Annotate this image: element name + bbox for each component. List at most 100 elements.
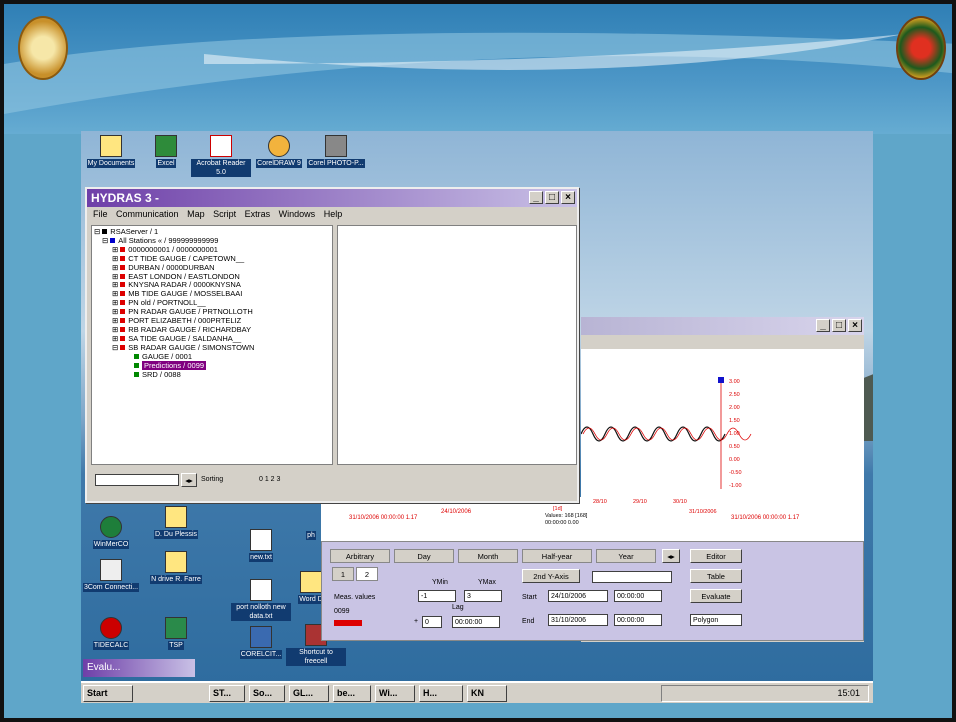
chart-x-axis: 31/10/2006 00:00:00 1.17 24/10/2006 27/1… [321, 497, 864, 541]
taskbar-item[interactable]: H... [419, 685, 463, 702]
acrobat-icon[interactable] [210, 135, 232, 157]
taskbar-item[interactable]: So... [249, 685, 285, 702]
icon-label: CorelDRAW 9 [256, 159, 302, 168]
editor-button[interactable]: Editor [690, 549, 742, 563]
sort-arrows[interactable]: ◂▸ [181, 473, 197, 487]
icon-label: Acrobat Reader 5.0 [191, 159, 251, 177]
sort-field[interactable] [95, 474, 179, 486]
tab-arbitrary[interactable]: Arbitrary [330, 549, 390, 563]
x-end: 31/10/2006 [689, 509, 717, 515]
menu-communication[interactable]: Communication [116, 209, 179, 219]
chart-titlebar[interactable]: _ □ × [581, 317, 864, 335]
menu-windows[interactable]: Windows [279, 209, 316, 219]
tab-month[interactable]: Month [458, 549, 518, 563]
minimize-button[interactable]: _ [816, 319, 830, 332]
tree-child-selected[interactable]: Predictions / 0099 [94, 360, 330, 371]
detail-pane [337, 225, 577, 465]
tree-station[interactable]: ⊟ SB RADAR GAUGE / SIMONSTOWN [94, 343, 330, 353]
x-tick: 30/10 [673, 499, 687, 505]
maximize-button[interactable]: □ [832, 319, 846, 332]
taskbar-item[interactable]: GL... [289, 685, 329, 702]
icon-label: port nolloth new data.txt [231, 603, 291, 621]
taskbar-item[interactable]: Wi... [375, 685, 415, 702]
close-button[interactable]: × [561, 191, 575, 204]
close-button[interactable]: × [848, 319, 862, 332]
tab-scroll-arrows[interactable]: ◂▸ [662, 549, 680, 563]
corel-photo-icon[interactable] [325, 135, 347, 157]
table-button[interactable]: Table [690, 569, 742, 583]
coreldraw-icon[interactable] [268, 135, 290, 157]
tab-half-year[interactable]: Half-year [522, 549, 592, 563]
folder-icon[interactable] [165, 551, 187, 573]
y-tick: 0.00 [729, 457, 740, 463]
evaluate-button[interactable]: Evaluate [690, 589, 742, 603]
menu-script[interactable]: Script [213, 209, 236, 219]
subtab-1[interactable]: 1 [332, 567, 354, 581]
menu-file[interactable]: File [93, 209, 108, 219]
end-label: End [522, 618, 535, 625]
taskbar-item[interactable]: ST... [209, 685, 245, 702]
system-tray-clock[interactable]: 15:01 [661, 685, 869, 702]
tree-child[interactable]: SRD / 0088 [94, 370, 330, 380]
station-label: PN old / PORTNOLL__ [128, 298, 206, 308]
second-axis-field[interactable] [592, 571, 672, 583]
axis-handle[interactable] [718, 377, 724, 383]
start-time-field[interactable]: 00:00:00 [614, 590, 662, 602]
maximize-button[interactable]: □ [545, 191, 559, 204]
icon-label: My Documents [86, 159, 136, 168]
x-tick: 29/10 [633, 499, 647, 505]
excel-icon[interactable] [155, 135, 177, 157]
navy-crest-left-icon [18, 16, 68, 80]
corelcity-icon[interactable] [250, 626, 272, 648]
menu-extras[interactable]: Extras [245, 209, 271, 219]
end-time-field[interactable]: 00:00:00 [614, 614, 662, 626]
start-button[interactable]: Start [83, 685, 133, 702]
y-tick: 0.50 [729, 444, 740, 450]
3com-icon[interactable] [100, 559, 122, 581]
lag-time-field[interactable]: 00:00:00 [452, 616, 500, 628]
tab-day[interactable]: Day [394, 549, 454, 563]
polygon-select[interactable]: Polygon [690, 614, 742, 626]
taskbar-item[interactable]: be... [333, 685, 371, 702]
icon-label: Word D [298, 595, 324, 604]
text-file-icon[interactable] [250, 579, 272, 601]
my-documents-icon[interactable] [100, 135, 122, 157]
menu-map[interactable]: Map [187, 209, 205, 219]
icon-label: CORELCIT... [239, 650, 283, 659]
ymin-field[interactable]: -1 [418, 590, 456, 602]
tsp-icon[interactable] [165, 617, 187, 639]
station-label: EAST LONDON / EASTLONDON [128, 271, 240, 281]
text-file-icon[interactable] [250, 529, 272, 551]
icon-label: Excel [156, 159, 176, 168]
window-title: HYDRAS 3 - [91, 191, 160, 205]
unit: [1d] [553, 506, 563, 512]
station-label: RB RADAR GAUGE / RICHARDBAY [128, 324, 252, 334]
word-folder-icon[interactable] [300, 571, 322, 593]
end-date-field[interactable]: 31/10/2006 [548, 614, 608, 626]
icon-label: TIDECALC [92, 641, 130, 650]
slide-frame: My Documents Excel Acrobat Reader 5.0 Co… [0, 0, 956, 722]
subtab-2[interactable]: 2 [356, 567, 378, 581]
tidecalc-icon[interactable] [100, 617, 122, 639]
menu-help[interactable]: Help [324, 209, 343, 219]
hydras-titlebar[interactable]: HYDRAS 3 - _ □ × [87, 189, 577, 207]
lag-field[interactable]: 0 [422, 616, 442, 628]
sort-levels[interactable]: 0 1 2 3 [259, 476, 280, 483]
sort-bar: ◂▸ Sorting 0 1 2 3 [91, 469, 577, 491]
second-axis-button[interactable]: 2nd Y-Axis [522, 569, 580, 583]
series-label: 0099 [334, 608, 350, 615]
start-date-field[interactable]: 24/10/2006 [548, 590, 608, 602]
minimize-button[interactable]: _ [529, 191, 543, 204]
ymax-field[interactable]: 3 [464, 590, 502, 602]
taskbar-item[interactable]: KN [467, 685, 507, 702]
time-info: 00:00:00 0.00 [545, 520, 579, 526]
root-label: RSAServer / 1 [110, 227, 159, 236]
minimized-evaluate-window[interactable]: Evalu... [83, 659, 195, 677]
folder-icon[interactable] [165, 506, 187, 528]
y-tick: 2.00 [729, 405, 740, 411]
series-color-swatch[interactable] [334, 620, 362, 626]
tab-year[interactable]: Year [596, 549, 656, 563]
winmerco-icon[interactable] [100, 516, 122, 538]
tree-child[interactable]: GAUGE / 0001 [94, 352, 330, 362]
y-tick: 3.00 [729, 379, 740, 385]
